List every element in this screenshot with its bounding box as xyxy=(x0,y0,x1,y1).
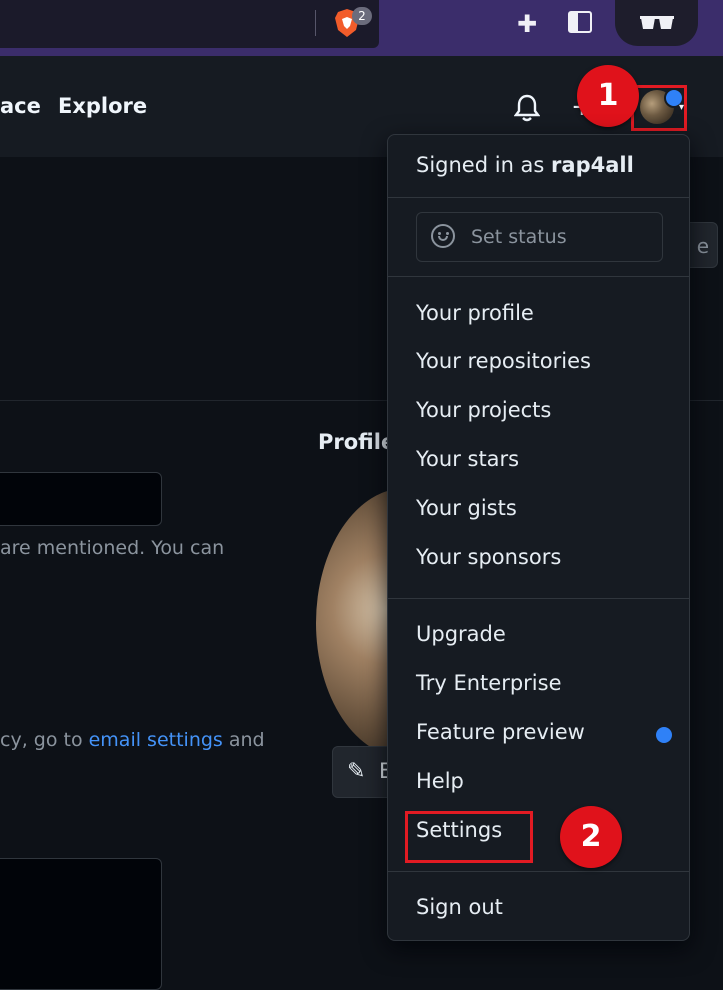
set-status-button[interactable]: Set status xyxy=(416,212,663,262)
nav-link-marketplace[interactable]: ace xyxy=(0,94,41,118)
address-bar-separator xyxy=(315,10,316,36)
menu-divider xyxy=(388,871,689,872)
menu-item-feature-preview[interactable]: Feature preview xyxy=(416,720,585,744)
set-status-label: Set status xyxy=(471,226,567,248)
smiley-icon xyxy=(431,224,455,248)
menu-item-your-gists[interactable]: Your gists xyxy=(416,496,517,520)
email-settings-link[interactable]: email settings xyxy=(89,729,223,751)
menu-item-try-enterprise[interactable]: Try Enterprise xyxy=(416,671,562,695)
puzzle-extensions-icon[interactable]: ✚ xyxy=(513,10,541,38)
menu-item-your-sponsors[interactable]: Your sponsors xyxy=(416,545,561,569)
email-help-text: are mentioned. You can xyxy=(0,537,225,559)
privacy-text-post: and xyxy=(222,729,265,751)
step-badge-2: 2 xyxy=(560,806,622,868)
menu-item-your-profile[interactable]: Your profile xyxy=(416,301,534,325)
profile-picture-heading: Profile xyxy=(318,430,396,454)
bio-textarea[interactable] xyxy=(0,858,162,990)
menu-divider xyxy=(388,197,689,198)
nav-link-explore[interactable]: Explore xyxy=(58,94,147,118)
menu-item-help[interactable]: Help xyxy=(416,769,464,793)
menu-item-your-stars[interactable]: Your stars xyxy=(416,447,519,471)
menu-divider xyxy=(388,598,689,599)
sidebar-toggle-icon[interactable] xyxy=(568,11,592,33)
signed-in-prefix: Signed in as xyxy=(416,153,552,177)
highlight-settings-box xyxy=(405,811,533,863)
name-input[interactable] xyxy=(0,472,162,526)
notifications-bell-icon[interactable] xyxy=(514,94,540,122)
menu-item-upgrade[interactable]: Upgrade xyxy=(416,622,506,646)
private-glasses-icon xyxy=(640,16,674,29)
highlight-avatar-box xyxy=(631,85,687,131)
menu-item-sign-out[interactable]: Sign out xyxy=(416,895,503,919)
pencil-icon: ✎ xyxy=(347,759,366,784)
address-bar[interactable] xyxy=(0,0,379,48)
menu-item-your-projects[interactable]: Your projects xyxy=(416,398,551,422)
user-dropdown-menu: Signed in as rap4all Set status Your pro… xyxy=(387,134,690,941)
signed-in-username: rap4all xyxy=(551,153,634,177)
browser-toolbar: 2 ✚ xyxy=(0,0,723,56)
step-badge-1: 1 xyxy=(577,65,639,127)
privacy-text-pre: cy, go to xyxy=(0,729,89,751)
menu-divider xyxy=(388,276,689,277)
menu-item-your-repositories[interactable]: Your repositories xyxy=(416,349,591,373)
feature-preview-dot xyxy=(656,727,672,743)
signed-in-label: Signed in as rap4all xyxy=(416,153,634,177)
shields-count-badge: 2 xyxy=(352,7,372,25)
privacy-help-text: cy, go to email settings and xyxy=(0,729,265,751)
